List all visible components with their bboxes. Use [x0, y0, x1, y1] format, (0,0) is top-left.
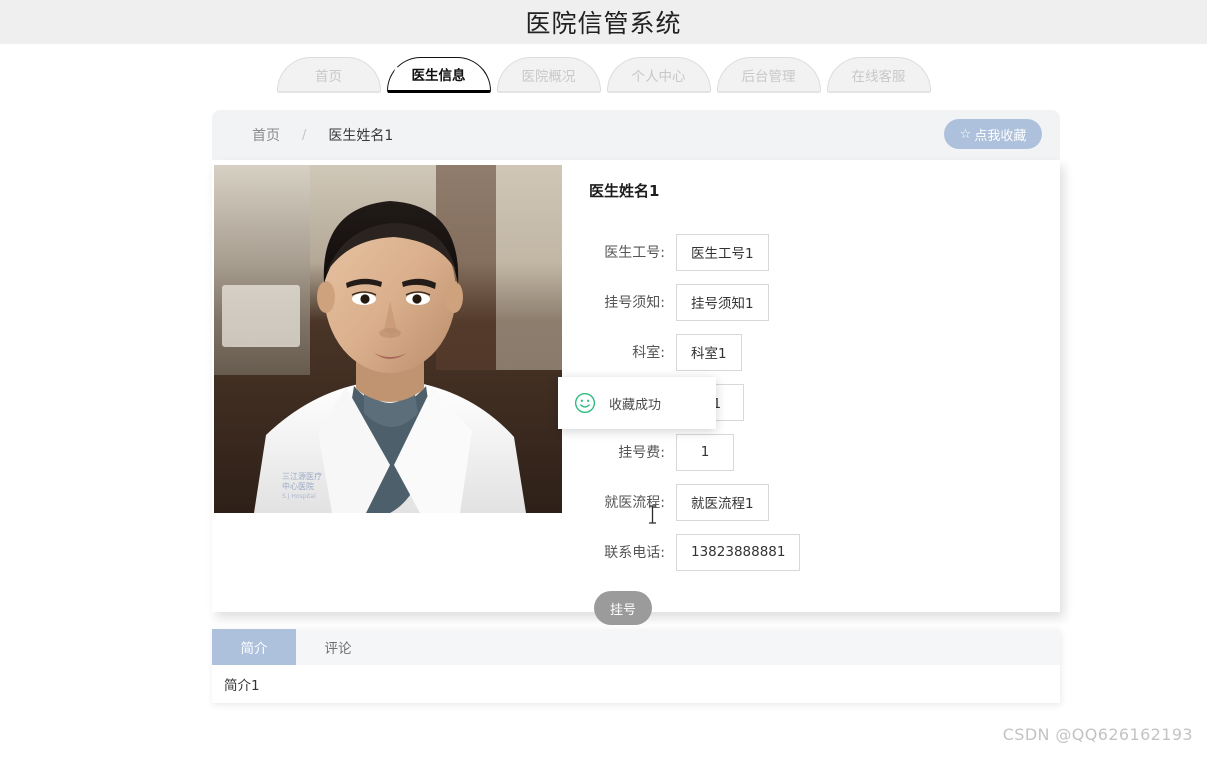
- field-value-registration-notice: 挂号须知1: [676, 283, 769, 321]
- bottom-tab-comments[interactable]: 评论: [296, 629, 380, 665]
- watermark: CSDN @QQ626162193: [1002, 725, 1193, 744]
- field-label-department: 科室:: [632, 345, 665, 361]
- toast-message: 收藏成功: [609, 397, 662, 413]
- nav-tab-doctor-info[interactable]: 医生信息: [386, 57, 491, 93]
- nav-tab-list: 首页 医生信息 医院概况 个人中心 后台管理 在线客服: [276, 57, 931, 93]
- nav-tab-personal-center[interactable]: 个人中心: [606, 57, 711, 93]
- bottom-panel-content: 简介1: [212, 665, 1060, 703]
- field-value-doctor-id: 医生工号1: [676, 233, 769, 271]
- site-header: 医院信管系统: [0, 0, 1207, 44]
- doctor-photo: 三江源医疗 中心医院 S.J Hospital: [214, 165, 562, 513]
- field-row-department: 科室: 科室1: [586, 327, 1046, 377]
- breadcrumb-separator: /: [302, 127, 307, 143]
- smiley-icon: [574, 392, 596, 414]
- field-label-visit-process: 就医流程:: [604, 495, 665, 511]
- page-title: 医院信管系统: [525, 9, 682, 38]
- bottom-tab-list: 简介 评论: [212, 629, 1060, 665]
- doctor-extra-panel: 简介 评论 简介1: [212, 629, 1060, 703]
- field-row-phone: 联系电话: 13823888881: [586, 527, 1046, 577]
- nav-tab-online-service[interactable]: 在线客服: [826, 57, 931, 93]
- bottom-tab-intro[interactable]: 简介: [212, 629, 296, 665]
- page-body: 首页 / 医生姓名1 ☆ 点我收藏 三江源医疗 中心医院 S.J Hospita…: [0, 110, 1207, 703]
- toast-notification: 收藏成功: [558, 377, 716, 429]
- field-row-registration-fee: 挂号费: 1: [586, 427, 1046, 477]
- field-row-doctor-id: 医生工号: 医生工号1: [586, 227, 1046, 277]
- doctor-detail-card: 三江源医疗 中心医院 S.J Hospital 医生姓名1 医生工号: 医生工号…: [212, 160, 1060, 625]
- svg-text:S.J Hospital: S.J Hospital: [282, 493, 316, 500]
- svg-text:中心医院: 中心医院: [282, 481, 314, 491]
- favorite-button-label: 点我收藏: [974, 128, 1027, 144]
- field-value-department: 科室1: [676, 333, 742, 371]
- field-value-visit-process: 就医流程1: [676, 483, 769, 521]
- text-cursor-icon: [648, 505, 657, 524]
- book-appointment-button[interactable]: 挂号: [594, 591, 652, 625]
- field-value-registration-fee: 1: [676, 433, 734, 471]
- nav-tab-admin[interactable]: 后台管理: [716, 57, 821, 93]
- breadcrumb-home-link[interactable]: 首页: [252, 125, 280, 145]
- star-icon: ☆: [959, 126, 972, 142]
- field-label-phone: 联系电话:: [604, 545, 665, 561]
- favorite-button[interactable]: ☆ 点我收藏: [944, 119, 1042, 149]
- svg-text:三江源医疗: 三江源医疗: [282, 471, 322, 481]
- nav-tab-hospital-overview[interactable]: 医院概况: [496, 57, 601, 93]
- field-row-registration-notice: 挂号须知: 挂号须知1: [586, 277, 1046, 327]
- field-label-registration-notice: 挂号须知:: [604, 295, 665, 311]
- breadcrumb-current: 医生姓名1: [328, 128, 394, 144]
- field-label-registration-fee: 挂号费:: [618, 445, 665, 461]
- breadcrumb: 首页 / 医生姓名1 ☆ 点我收藏: [212, 110, 1060, 160]
- field-value-phone: 13823888881: [676, 533, 801, 571]
- doctor-name: 医生姓名1: [589, 182, 660, 200]
- nav-tab-home[interactable]: 首页: [276, 57, 381, 93]
- main-navigation: 首页 医生信息 医院概况 个人中心 后台管理 在线客服: [0, 44, 1207, 96]
- field-label-doctor-id: 医生工号:: [604, 245, 665, 261]
